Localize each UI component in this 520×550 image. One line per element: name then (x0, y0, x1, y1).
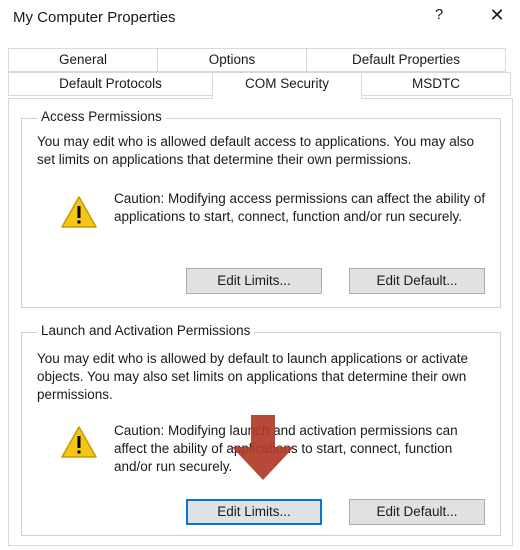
tab-options[interactable]: Options (157, 48, 307, 72)
launch-activation-title: Launch and Activation Permissions (37, 323, 255, 338)
launch-caution-text: Caution: Modifying launch and activation… (114, 423, 458, 474)
warning-triangle-icon (61, 426, 97, 458)
access-description: You may edit who is allowed default acce… (37, 134, 475, 167)
access-permissions-title: Access Permissions (37, 109, 166, 124)
launch-edit-default-button[interactable]: Edit Default... (349, 499, 485, 525)
close-button[interactable]: ✕ (486, 5, 508, 26)
launch-edit-limits-button[interactable]: Edit Limits... (186, 499, 322, 525)
tab-default-properties[interactable]: Default Properties (306, 48, 506, 72)
access-edit-default-button[interactable]: Edit Default... (349, 268, 485, 294)
tab-default-protocols[interactable]: Default Protocols (8, 72, 213, 96)
tab-com-security[interactable]: COM Security (212, 72, 362, 99)
tab-general[interactable]: General (8, 48, 158, 72)
launch-description: You may edit who is allowed by default t… (37, 351, 469, 402)
warning-triangle-icon (61, 196, 97, 228)
down-arrow-annotation-icon (232, 415, 294, 480)
title-bar: My Computer Properties ? ✕ (0, 0, 520, 36)
tab-msdtc[interactable]: MSDTC (361, 72, 511, 96)
help-button[interactable]: ? (428, 6, 450, 23)
access-caution-text: Caution: Modifying access permissions ca… (114, 191, 486, 224)
window-title: My Computer Properties (13, 9, 176, 26)
access-edit-limits-button[interactable]: Edit Limits... (186, 268, 322, 294)
